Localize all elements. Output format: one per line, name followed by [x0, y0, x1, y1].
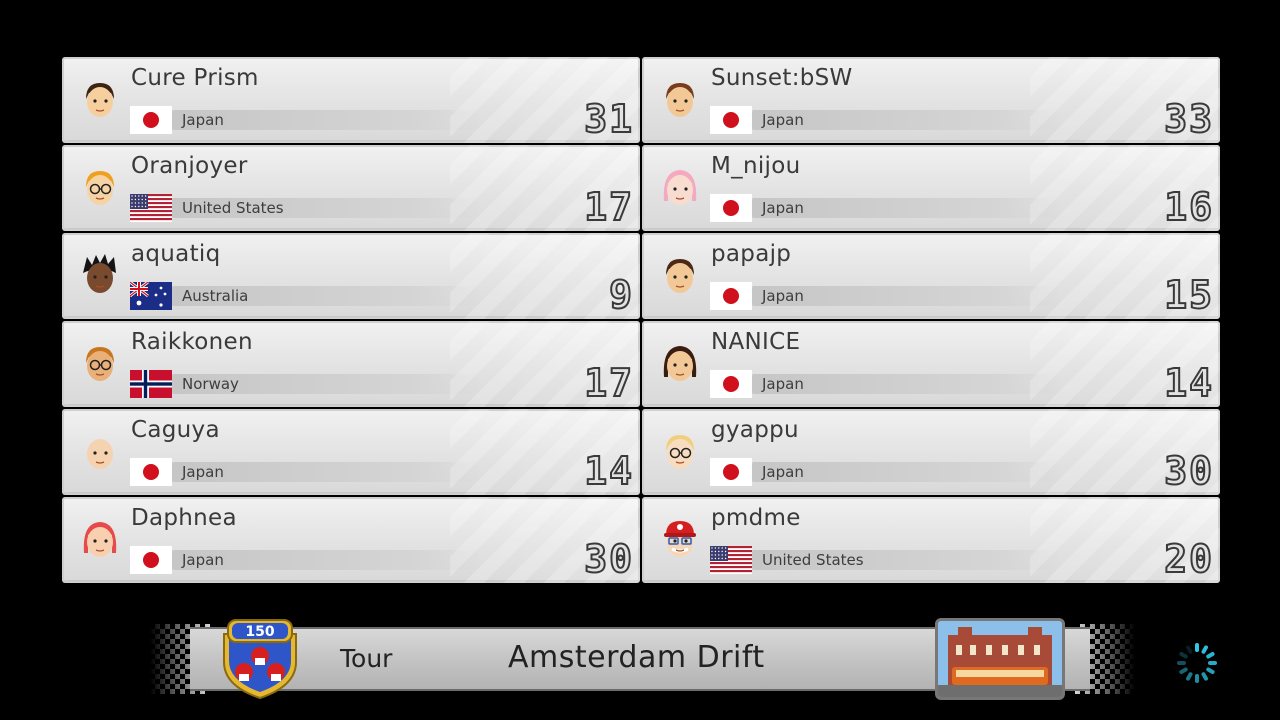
player-score: 16: [1163, 185, 1214, 229]
flag-au-icon: [130, 282, 172, 310]
player-name: Raikkonen: [131, 329, 253, 355]
player-country: Japan: [182, 463, 224, 481]
player-card: gyappu Japan 30: [642, 409, 1220, 495]
flag-jp-icon: [130, 106, 172, 134]
player-card: NANICE Japan 14: [642, 321, 1220, 407]
mii-brown-hair-icon: [666, 259, 694, 293]
mii-bald-icon: [87, 439, 113, 469]
player-score: 9: [608, 273, 634, 317]
player-name: papajp: [711, 241, 792, 267]
player-card: Caguya Japan 14: [62, 409, 640, 495]
player-country: Japan: [762, 287, 804, 305]
player-country: Japan: [182, 111, 224, 129]
player-score: 30: [583, 537, 634, 581]
player-card: aquatiq Australia 9: [62, 233, 640, 319]
flag-jp-icon: [130, 546, 172, 574]
player-name: Oranjoyer: [131, 153, 248, 179]
player-name: gyappu: [711, 417, 799, 443]
player-card: pmdme United States 20: [642, 497, 1220, 583]
cc-class-badge-icon: 150: [223, 619, 297, 700]
mii-dark-spiky-icon: [83, 254, 116, 293]
track-name: Amsterdam Drift: [508, 640, 765, 675]
player-card: Sunset:bSW Japan 33: [642, 57, 1220, 143]
flag-us-icon: [130, 194, 172, 222]
player-country: Japan: [182, 551, 224, 569]
loading-spinner-icon: [1177, 643, 1217, 683]
mii-long-hair-icon: [663, 346, 697, 381]
flag-jp-icon: [710, 370, 752, 398]
player-score: 15: [1163, 273, 1214, 317]
player-score: 17: [583, 361, 634, 405]
player-country: Japan: [762, 463, 804, 481]
player-name: Daphnea: [131, 505, 237, 531]
player-name: aquatiq: [131, 241, 221, 267]
flag-jp-icon: [130, 458, 172, 486]
player-country: Australia: [182, 287, 249, 305]
player-country: Norway: [182, 375, 239, 393]
player-name: Caguya: [131, 417, 220, 443]
flag-jp-icon: [710, 194, 752, 222]
player-name: M_nijou: [711, 153, 801, 179]
player-country: Japan: [762, 375, 804, 393]
track-banner: 150 Tour Amsterdam Drift: [150, 618, 1135, 700]
player-card: Daphnea Japan 30: [62, 497, 640, 583]
player-score: 30: [1163, 449, 1214, 493]
player-score: 20: [1163, 537, 1214, 581]
flag-jp-icon: [710, 282, 752, 310]
player-card: Raikkonen Norway 17: [62, 321, 640, 407]
player-country: Japan: [762, 199, 804, 217]
player-country: Japan: [762, 111, 804, 129]
player-score: 31: [583, 97, 634, 141]
player-card: Cure Prism Japan 31: [62, 57, 640, 143]
player-name: NANICE: [711, 329, 801, 355]
track-thumbnail-image: [935, 618, 1065, 700]
player-country: United States: [182, 199, 284, 217]
cc-class-label: 150: [245, 624, 274, 640]
mii-pink-hair-icon: [663, 170, 697, 205]
player-name: Cure Prism: [131, 65, 259, 91]
flag-jp-icon: [710, 106, 752, 134]
mii-auburn-hair-icon: [666, 83, 694, 117]
player-score: 33: [1163, 97, 1214, 141]
player-name: pmdme: [711, 505, 801, 531]
cup-label: Tour: [340, 644, 393, 673]
mii-sunglasses-icon: [86, 347, 114, 381]
player-results-grid: Cure Prism Japan 31 Sunset:bSW Japan 33 Oranjo…: [62, 57, 1220, 583]
mii-blonde-glasses-icon: [666, 435, 694, 469]
player-card: papajp Japan 15: [642, 233, 1220, 319]
mii-red-cap-icon: [664, 521, 696, 557]
mii-brown-hair-icon: [86, 83, 114, 117]
player-country: United States: [762, 551, 864, 569]
flag-us-icon: [710, 546, 752, 574]
player-card: Oranjoyer United States 17: [62, 145, 640, 231]
flag-jp-icon: [710, 458, 752, 486]
mii-glasses-blonde-icon: [86, 171, 114, 205]
flag-no-icon: [130, 370, 172, 398]
player-score: 17: [583, 185, 634, 229]
player-score: 14: [583, 449, 634, 493]
mii-red-hair-icon: [83, 522, 117, 557]
player-card: M_nijou Japan 16: [642, 145, 1220, 231]
player-name: Sunset:bSW: [711, 65, 853, 91]
player-score: 14: [1163, 361, 1214, 405]
